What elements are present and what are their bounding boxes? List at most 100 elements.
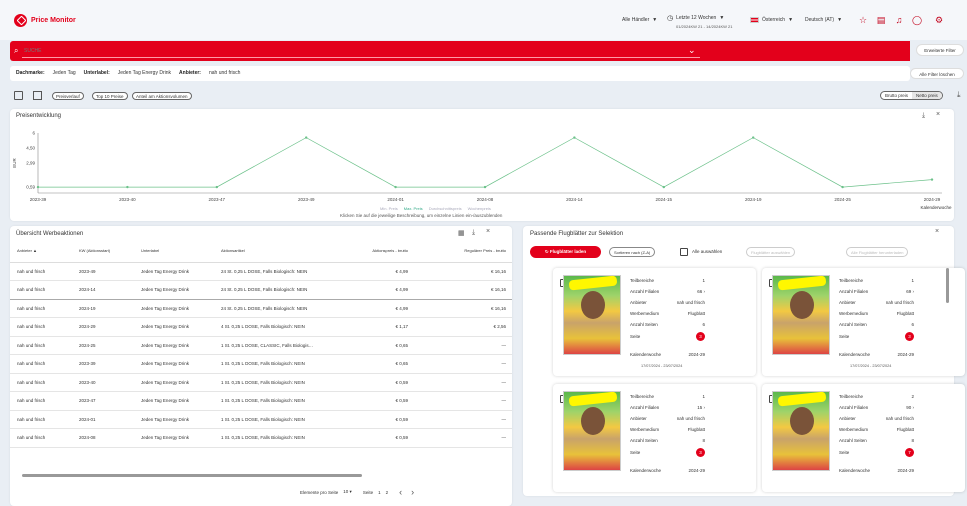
- table-row[interactable]: nah und frisch 2024-01 Jeden Tag Energy Dr…: [10, 410, 512, 429]
- select-all-checkbox[interactable]: [680, 248, 688, 256]
- page-badge[interactable]: 3: [905, 332, 914, 341]
- table-cell: € 4,99: [354, 299, 414, 318]
- table-row[interactable]: nah und frisch 2023-47 Jeden Tag Energy Dr…: [10, 391, 512, 411]
- toggle-gross[interactable]: Brutto preis: [881, 92, 912, 99]
- clear-filters-button[interactable]: Alle Filter löschen: [910, 68, 964, 79]
- flyer-select-disabled[interactable]: Flugblätter auswählen: [746, 247, 796, 257]
- close-icon[interactable]: ×: [486, 228, 490, 235]
- retailer-select[interactable]: Alle Händler ▼: [622, 17, 657, 23]
- pill-share[interactable]: Anteil am Aktionsvolumen: [132, 92, 192, 100]
- data-point[interactable]: [36, 185, 40, 189]
- logo[interactable]: Price Monitor: [14, 14, 76, 27]
- close-icon[interactable]: ×: [936, 111, 940, 118]
- filter-value[interactable]: nah und frisch: [209, 70, 240, 76]
- prev-page-icon[interactable]: ‹: [399, 487, 402, 497]
- download-icon[interactable]: ⤓: [957, 90, 961, 100]
- data-point[interactable]: [573, 136, 576, 139]
- period-range: 01/2024KW 21 - 14/2024KW 21: [676, 24, 733, 29]
- star-icon[interactable]: ☆: [858, 15, 868, 25]
- table-cell: —: [414, 428, 512, 448]
- page-label: Seite: [362, 489, 374, 495]
- data-point[interactable]: [305, 136, 308, 139]
- table-row[interactable]: nah und frisch 2024-25 Jeden Tag Energy Dr…: [10, 336, 512, 355]
- download-icon[interactable]: ⤓: [922, 112, 925, 120]
- table-cell: nah und frisch: [10, 336, 72, 355]
- country-select[interactable]: Österreich ▼: [750, 17, 793, 23]
- gear-icon[interactable]: ⚙: [934, 15, 944, 25]
- price-toggle[interactable]: Brutto preis Netto preis: [880, 91, 943, 100]
- column-icon[interactable]: ▦: [458, 229, 465, 237]
- data-point[interactable]: [215, 185, 218, 189]
- load-flyers-button[interactable]: ↻ Flugblätter laden: [530, 246, 601, 258]
- flyer-thumbnail[interactable]: [772, 391, 830, 471]
- table-row[interactable]: nah und frisch 2024-29 Jeden Tag Energy Dr…: [10, 317, 512, 337]
- data-point[interactable]: [394, 185, 397, 189]
- flyer-meta-value[interactable]: 15 ›: [663, 405, 705, 410]
- filter-value[interactable]: Jeden Tag Energy Drink: [118, 70, 171, 76]
- period-select[interactable]: ◷ Letzte 12 Wochen ▼: [667, 14, 724, 22]
- page-total[interactable]: 2: [386, 490, 389, 495]
- per-page-select[interactable]: 10 ▾: [343, 489, 352, 495]
- download-all-disabled[interactable]: Alle Flugblätter herunterladen: [846, 247, 909, 257]
- data-point[interactable]: [662, 185, 665, 189]
- data-point[interactable]: [930, 178, 934, 181]
- table-row[interactable]: nah und frisch 2023-49 Jeden Tag Energy Dr…: [10, 262, 512, 281]
- flyer-thumbnail[interactable]: [772, 275, 830, 355]
- table-row[interactable]: nah und frisch 2024-08 Jeden Tag Energy Dr…: [10, 428, 512, 448]
- legend-item[interactable]: Wochenpreis: [468, 206, 491, 211]
- page-badge[interactable]: 3: [696, 332, 705, 341]
- toggle-net[interactable]: Netto preis: [912, 92, 942, 99]
- data-point[interactable]: [752, 136, 755, 139]
- pill-price-history[interactable]: Preisverlauf: [52, 92, 84, 100]
- report-icon[interactable]: ▤: [876, 15, 886, 25]
- flyer-meta-label: Teilbereiche: [630, 394, 655, 399]
- col-header[interactable]: Aktionspreis - brutto: [354, 240, 414, 263]
- page-badge[interactable]: 3: [696, 448, 705, 457]
- bell-icon[interactable]: ♫: [894, 15, 904, 25]
- legend-item[interactable]: Max. Preis: [404, 206, 423, 211]
- col-header[interactable]: Aktionsartikel: [214, 240, 354, 263]
- sort-select[interactable]: Sortieren nach (Z-A): [609, 247, 656, 257]
- col-header[interactable]: Anbieter ▲: [10, 240, 72, 263]
- y-axis-label: EUR: [12, 158, 17, 168]
- data-point[interactable]: [841, 185, 844, 189]
- vertical-scrollbar[interactable]: [946, 268, 949, 303]
- filter-value[interactable]: Jeden Tag: [53, 70, 76, 76]
- table-row[interactable]: nah und frisch 2023-40 Jeden Tag Energy Dr…: [10, 373, 512, 392]
- chat-icon[interactable]: ◯: [912, 15, 922, 25]
- chevron-down-icon[interactable]: ⌄: [688, 45, 696, 56]
- close-icon[interactable]: ×: [935, 228, 939, 235]
- table-cell: 1 St. 0,25 L DOSE, Falls Biologisch: NEI…: [214, 354, 354, 374]
- table-row[interactable]: nah und frisch 2024-14 Jeden Tag Energy Dr…: [10, 280, 512, 300]
- flyer-meta-label: Werbemedium: [839, 427, 869, 432]
- col-header[interactable]: Regulärer Preis - brutto: [414, 240, 512, 263]
- flyer-meta-value: nah und frisch: [676, 416, 705, 421]
- col-header[interactable]: Unterlabel: [134, 240, 214, 263]
- extended-filter-button[interactable]: Erweiterte Filter: [916, 44, 964, 56]
- page-current[interactable]: 1: [378, 490, 381, 495]
- legend-item[interactable]: Durchschnittspreis: [429, 206, 462, 211]
- col-header[interactable]: KW (Aktionsstart): [72, 240, 134, 263]
- flyer-thumbnail[interactable]: [563, 391, 621, 471]
- layout-icon[interactable]: [14, 91, 23, 100]
- table-row[interactable]: nah und frisch 2024-19 Jeden Tag Energy Dr…: [10, 299, 512, 318]
- page-badge[interactable]: 7: [905, 448, 914, 457]
- pill-top10[interactable]: Top 10 Preise: [92, 92, 128, 100]
- flyer-meta-value[interactable]: 69 ›: [872, 289, 914, 294]
- flyer-date-range: 17/07/2024 - 23/07/2024: [850, 364, 892, 368]
- download-icon[interactable]: ⤓: [472, 229, 475, 237]
- next-page-icon[interactable]: ›: [411, 487, 414, 497]
- language-select[interactable]: Deutsch (AT) ▼: [805, 17, 842, 23]
- legend-item[interactable]: Min. Preis: [380, 206, 398, 211]
- data-point[interactable]: [126, 185, 129, 189]
- table-cell: € 2,56: [414, 317, 512, 337]
- flyer-thumbnail[interactable]: [563, 275, 621, 355]
- search-input[interactable]: [24, 45, 664, 56]
- table-row[interactable]: nah und frisch 2023-39 Jeden Tag Energy Dr…: [10, 354, 512, 374]
- flyer-meta-value[interactable]: 90 ›: [872, 405, 914, 410]
- data-point[interactable]: [483, 185, 487, 189]
- save-icon[interactable]: [33, 91, 42, 100]
- horizontal-scrollbar[interactable]: [22, 474, 362, 477]
- flyer-meta-value[interactable]: 66 ›: [663, 289, 705, 294]
- x-tick-label: 2023-47: [209, 197, 226, 202]
